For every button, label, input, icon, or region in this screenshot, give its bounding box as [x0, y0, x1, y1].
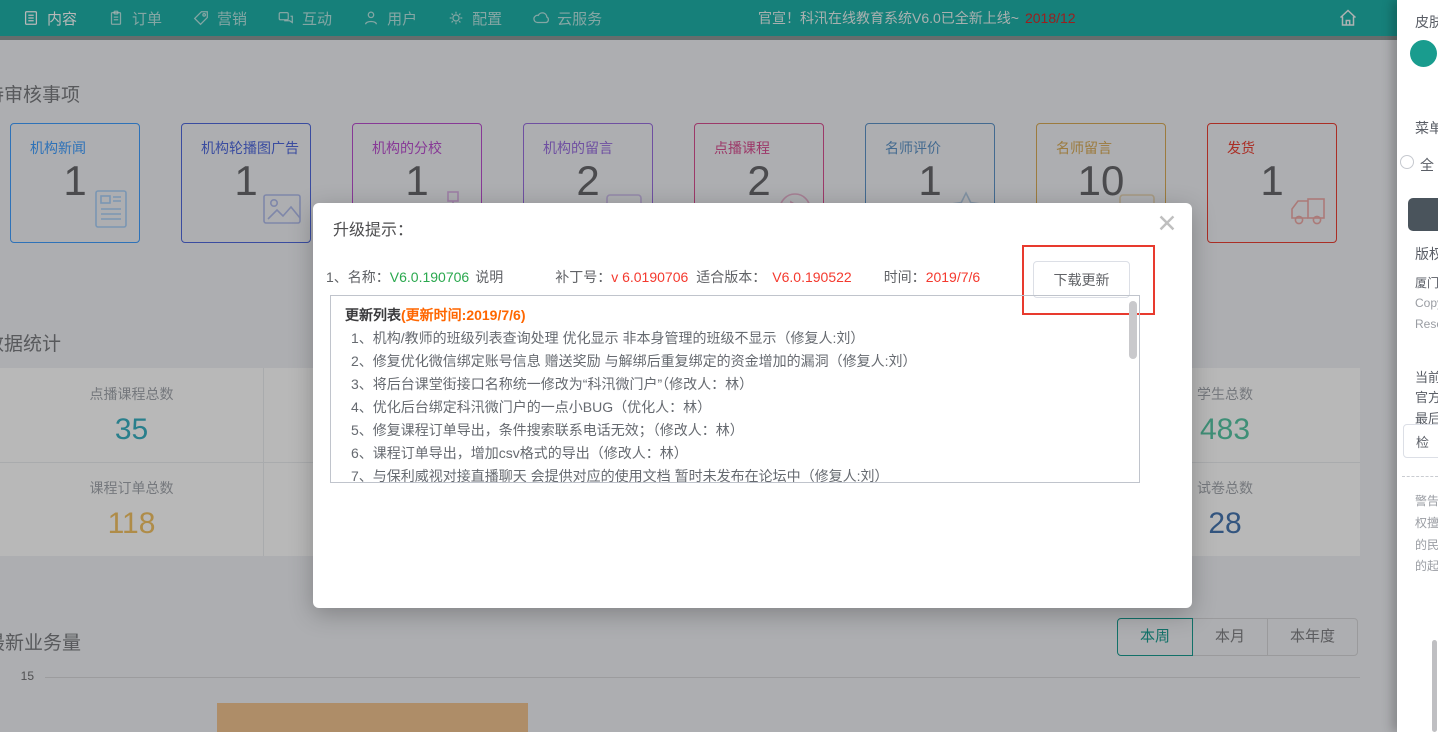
copyright-label: 版权 [1415, 244, 1438, 264]
copyright-line: Copy [1415, 296, 1438, 310]
drawer-scrollbar[interactable] [1432, 640, 1437, 732]
update-list-item: 6、课程订单导出，增加csv格式的导出（修改人：林） [345, 442, 1121, 465]
version-info-line: 当前 [1415, 367, 1438, 386]
fit-version-value: V6.0.190522 [772, 269, 851, 285]
time-label: 时间： [884, 267, 926, 287]
warning-line: 的起 [1415, 557, 1438, 574]
name-suffix: 说明 [475, 267, 503, 287]
update-list-item: 4、优化后台绑定科汛微门户的一点小BUG（优化人：林） [345, 396, 1121, 419]
fit-version-label: 适合版本： [696, 267, 766, 287]
time-value: 2019/7/6 [926, 269, 981, 285]
menu-label: 菜单 [1415, 118, 1438, 138]
close-icon[interactable]: ✕ [1152, 209, 1182, 239]
download-update-button[interactable]: 下载更新 [1033, 261, 1130, 298]
update-list-item: 5、修复课程订单导出，条件搜索联系电话无效；（修改人：林） [345, 419, 1121, 442]
patch-value: v 6.0190706 [611, 269, 688, 285]
update-list-item: 7、与保利威视对接直播聊天 会提供对应的使用文档 暂时未发布在论坛中（修复人:刘… [345, 465, 1121, 483]
check-update-button[interactable]: 检 [1403, 424, 1438, 458]
version-info-line: 官方 [1415, 387, 1438, 406]
modal-title: 升级提示： [333, 216, 413, 240]
menu-color-block[interactable] [1408, 198, 1438, 231]
upgrade-modal: 升级提示： ✕ 1、 名称： V6.0.190706 说明 补丁号： v 6.0… [313, 203, 1192, 608]
update-list-item: 3、将后台课堂街接口名称统一修改为“科汛微门户”（修改人：林） [345, 373, 1121, 396]
update-list-header: 更新列表(更新时间:2019/7/6) [345, 303, 1121, 327]
patch-label: 补丁号： [555, 267, 611, 287]
warning-line: 警告 [1415, 492, 1438, 509]
update-list-box[interactable]: 更新列表(更新时间:2019/7/6) 1、机构/教师的班级列表查询处理 优化显… [330, 295, 1140, 483]
row-index: 1、 [326, 267, 348, 287]
skin-color-swatch[interactable] [1410, 40, 1437, 67]
radio-label: 全 [1420, 155, 1434, 175]
version-info-row: 1、 名称： V6.0.190706 说明 补丁号： v 6.0190706 适… [326, 267, 980, 287]
list-scrollbar-thumb[interactable] [1129, 301, 1137, 359]
warning-line: 的民 [1415, 536, 1438, 553]
copyright-line: 厦门 [1415, 274, 1438, 291]
update-list-item: 1、机构/教师的班级列表查询处理 优化显示 非本身管理的班级不显示（修复人:刘） [345, 327, 1121, 350]
name-value: V6.0.190706 [390, 269, 469, 285]
menu-radio[interactable] [1400, 155, 1414, 169]
update-list-title: 更新列表 [345, 307, 401, 323]
copyright-line: Rese [1415, 317, 1438, 331]
update-list-time: (更新时间:2019/7/6) [401, 307, 525, 323]
drawer-divider [1402, 476, 1438, 477]
name-label: 名称： [348, 267, 390, 287]
skin-label: 皮肤 [1415, 12, 1438, 32]
update-list-item: 2、修复优化微信绑定账号信息 赠送奖励 与解绑后重复绑定的资金增加的漏洞（修复人… [345, 350, 1121, 373]
app-screen: 内容 订单 营销 互动 用户 配置 [0, 0, 1438, 732]
warning-line: 权擅 [1415, 514, 1438, 531]
skin-settings-drawer: 皮肤 菜单 全 版权 厦门 Copy Rese 当前 官方 最后更 检 警告 权… [1397, 0, 1438, 732]
